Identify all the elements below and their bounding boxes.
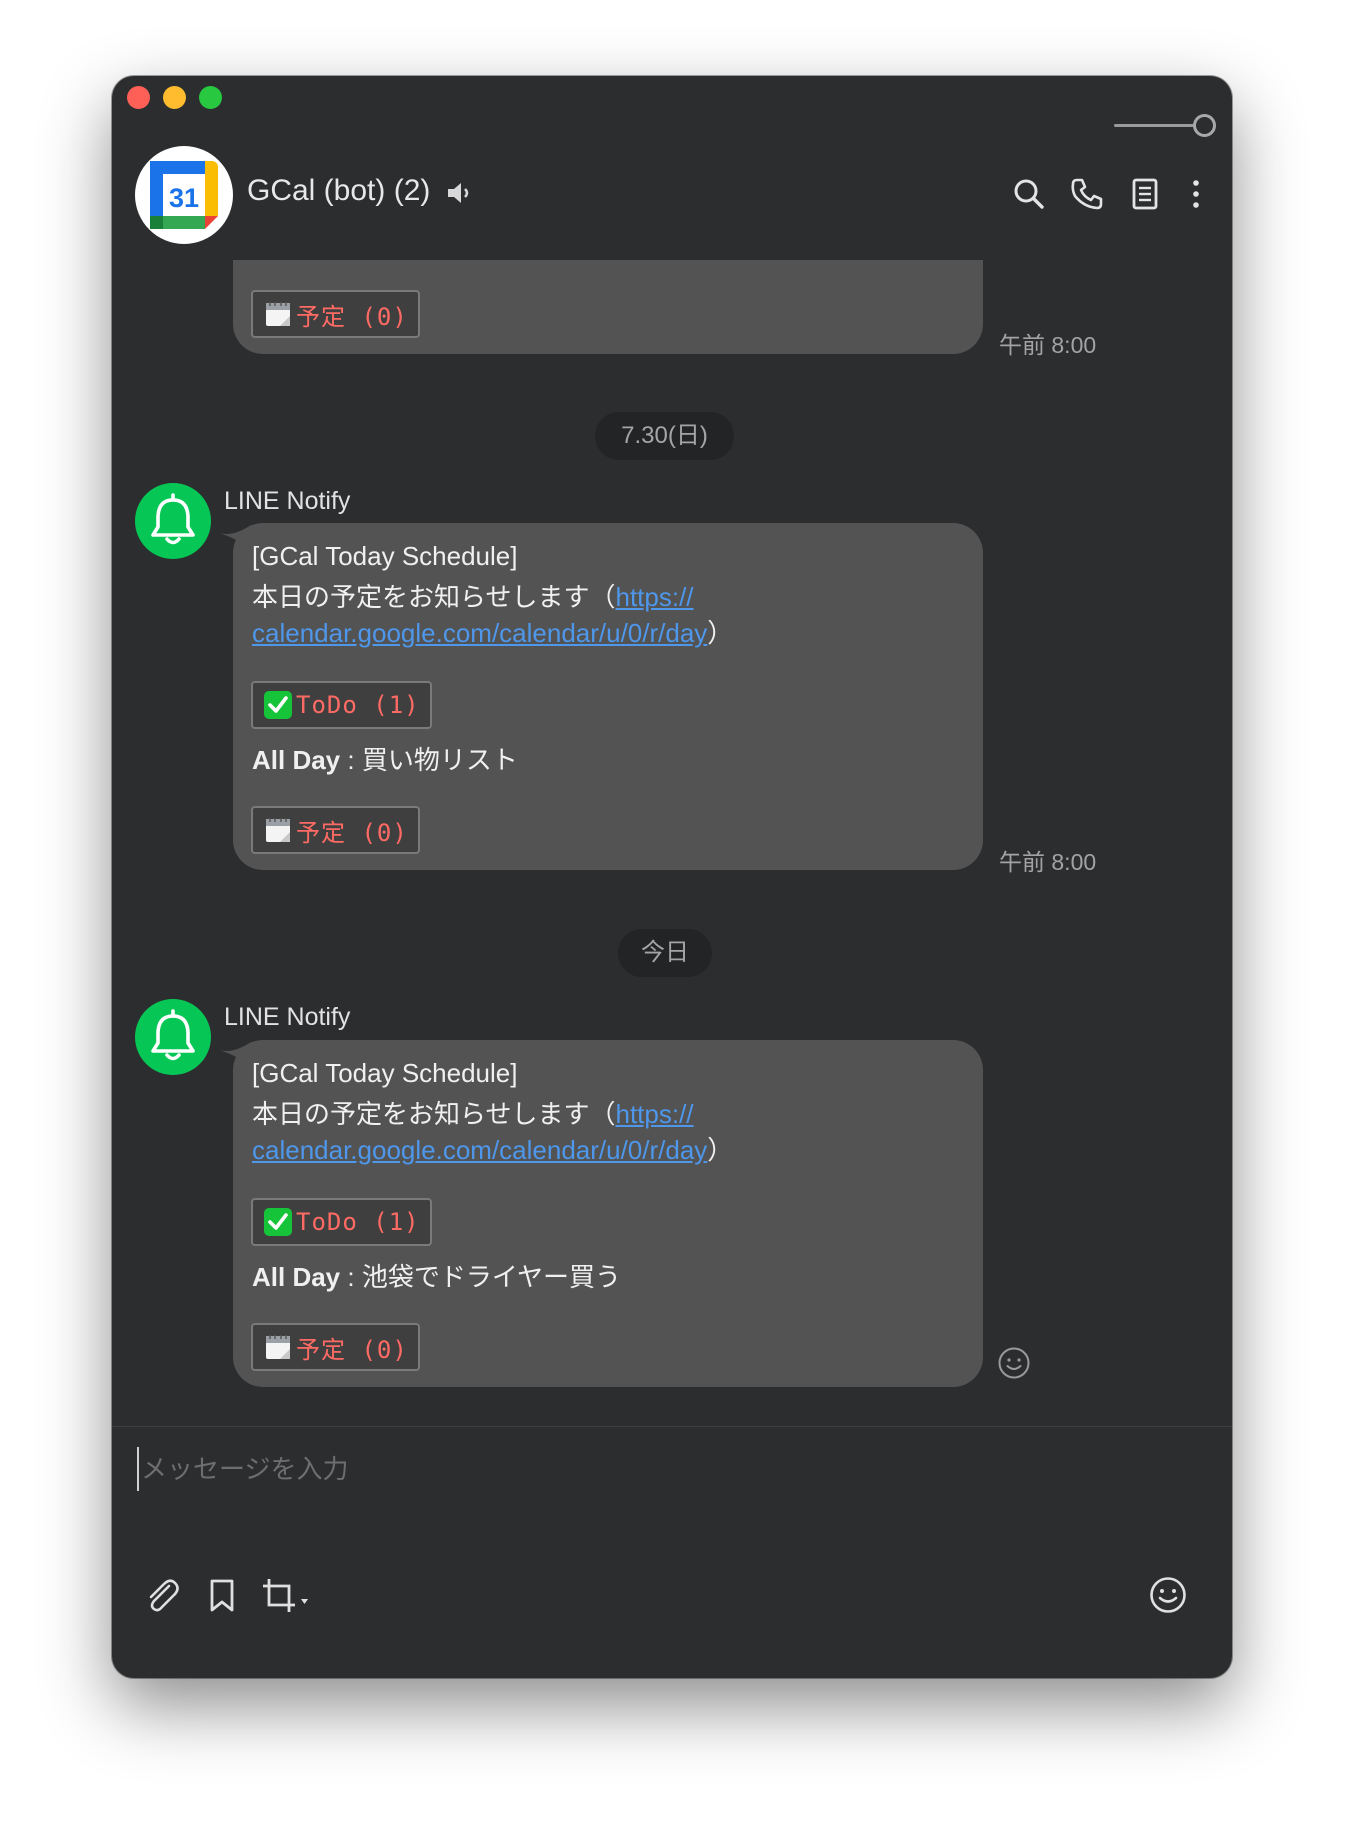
message-title: [GCal Today Schedule] [252,541,518,571]
calendar-link[interactable]: calendar.google.com/calendar/u/0/r/day [252,1135,707,1165]
svg-text:31: 31 [169,183,199,213]
calendar-link[interactable]: https:// [615,582,693,612]
plan-tag-label: 予定 (0) [296,818,408,847]
calendar-emoji-icon [266,302,290,326]
plan-tag: 予定 (0) [251,290,420,338]
sender-name: LINE Notify [224,487,351,515]
bookmark-icon[interactable] [202,1575,242,1615]
paperclip-icon[interactable] [142,1575,182,1615]
more-icon[interactable] [1176,174,1216,214]
smiley-icon[interactable] [997,1346,1031,1380]
todo-tag-label: ToDo (1) [296,691,420,719]
calendar-link[interactable]: calendar.google.com/calendar/u/0/r/day [252,618,707,648]
close-window-button[interactable] [127,86,150,109]
todo-tag: ToDo (1) [251,681,432,729]
bell-icon [151,493,195,545]
opacity-slider[interactable] [1114,113,1216,139]
chat-header: 31 GCal (bot) (2) [112,140,1232,260]
chat-title[interactable]: GCal (bot) (2) [247,174,430,208]
calendar-emoji-icon [266,1335,290,1359]
message-text-line: 本日の予定をお知らせします（https:// [252,1099,694,1129]
plan-tag: 予定 (0) [251,806,420,854]
slider-knob[interactable] [1193,114,1216,137]
notes-icon[interactable] [1125,174,1165,214]
message-text-line: calendar.google.com/calendar/u/0/r/day） [252,618,734,648]
phone-icon[interactable] [1067,174,1107,214]
calendar-emoji-icon [266,818,290,842]
plan-tag: 予定 (0) [251,1323,420,1371]
calendar-link[interactable]: https:// [615,1099,693,1129]
message-composer [112,1426,1232,1678]
sender-avatar[interactable] [135,483,211,559]
google-calendar-icon: 31 [150,161,218,229]
message-text-line: calendar.google.com/calendar/u/0/r/day） [252,1135,734,1165]
message-timestamp: 午前 8:00 [999,332,1097,358]
message-timestamp: 午前 8:00 [999,849,1097,875]
sender-name: LINE Notify [224,1003,351,1031]
date-separator: 7.30(日) [595,412,734,460]
check-mark-icon [264,691,292,719]
maximize-window-button[interactable] [199,86,222,109]
crop-icon[interactable] [260,1575,312,1615]
chat-window: 31 GCal (bot) (2) 予定 (0) 午前 8:00 7.30(日)… [112,76,1232,1678]
sender-avatar[interactable] [135,999,211,1075]
todo-tag: ToDo (1) [251,1198,432,1246]
check-mark-icon [264,1208,292,1236]
allday-line: All Day : 池袋でドライヤー買う [252,1262,622,1292]
speaker-icon[interactable] [444,178,474,208]
plan-tag-label: 予定 (0) [296,1335,408,1364]
date-separator: 今日 [618,929,712,977]
message-input[interactable] [137,1447,1197,1491]
plan-tag-label: 予定 (0) [296,302,408,331]
minimize-window-button[interactable] [163,86,186,109]
message-text-line: 本日の予定をお知らせします（https:// [252,582,694,612]
emoji-icon[interactable] [1148,1575,1188,1615]
bell-icon [151,1009,195,1061]
todo-tag-label: ToDo (1) [296,1208,420,1236]
message-title: [GCal Today Schedule] [252,1058,518,1088]
allday-line: All Day : 買い物リスト [252,745,518,775]
chat-avatar[interactable]: 31 [135,146,233,244]
search-icon[interactable] [1009,174,1049,214]
